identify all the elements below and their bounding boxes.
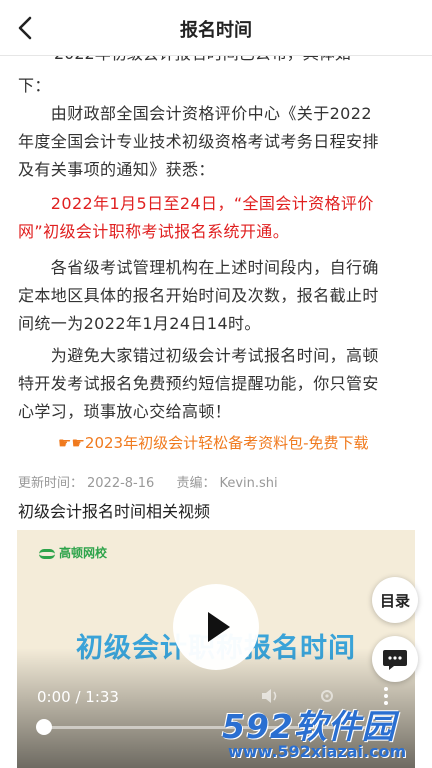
article-line: 间统一为2022年1月24日14时。 (18, 314, 261, 333)
article-line: 心学习，琐事放心交给高顿！ (18, 402, 232, 421)
video-logo: 高顿网校 (39, 544, 107, 561)
article-line: 特开发考试报名免费预约短信提醒功能，你只管安 (18, 374, 379, 393)
top-bar: 报名时间 (0, 0, 432, 56)
article-line-highlight: 2022年1月5日至24日，“全国会计资格评价 (18, 194, 374, 213)
page-title: 报名时间 (180, 20, 252, 41)
seek-thumb[interactable] (36, 719, 52, 735)
video-time: 0:00 / 1:33 (37, 688, 119, 706)
site-watermark: 592软件园 www.592xiazai.com (222, 700, 432, 768)
play-icon (208, 612, 230, 642)
editor-label: 责编： (176, 476, 216, 491)
watermark-logo: 592软件园 (222, 700, 396, 748)
updated-label: 更新时间： (18, 476, 84, 491)
table-of-contents-button[interactable]: 目录 (372, 577, 418, 623)
article-line: 年度全国会计专业技术初级资格考试考务日程安排 (18, 132, 379, 151)
watermark-number: 592 (222, 707, 294, 746)
updated-value: 2022-8-16 (87, 476, 155, 491)
editor-value: Kevin.shi (219, 476, 278, 491)
article-line: 下： (18, 76, 51, 95)
comment-icon (383, 650, 407, 670)
article-line: 及有关事项的通知》获悉： (18, 160, 215, 179)
toc-label: 目录 (379, 592, 410, 610)
video-logo-text: 高顿网校 (59, 546, 108, 560)
watermark-url: www.592xiazai.com (228, 742, 407, 761)
play-button[interactable] (173, 584, 259, 670)
article-line: 各省级考试管理机构在上述时间段内，自行确 (18, 258, 379, 277)
video-section-heading: 初级会计报名时间相关视频 (18, 502, 211, 521)
watermark-text: 软件园 (293, 707, 396, 746)
promo-download-link[interactable]: ☛☛2023年初级会计轻松备考资料包-免费下载 (58, 432, 368, 453)
comment-button[interactable] (372, 636, 418, 682)
logo-mark-icon (39, 548, 55, 559)
article-line: 为避免大家错过初级会计考试报名时间，高顿 (18, 346, 379, 365)
article-line-highlight: 网”初级会计职称考试报名系统开通。 (18, 222, 290, 241)
article-meta: 更新时间： 2022-8-16 责编： Kevin.shi (18, 472, 282, 491)
article-line: 定本地区具体的报名开始时间及次数，报名截止时 (18, 286, 379, 305)
article-line: 由财政部全国会计资格评价中心《关于2022 (18, 104, 372, 123)
